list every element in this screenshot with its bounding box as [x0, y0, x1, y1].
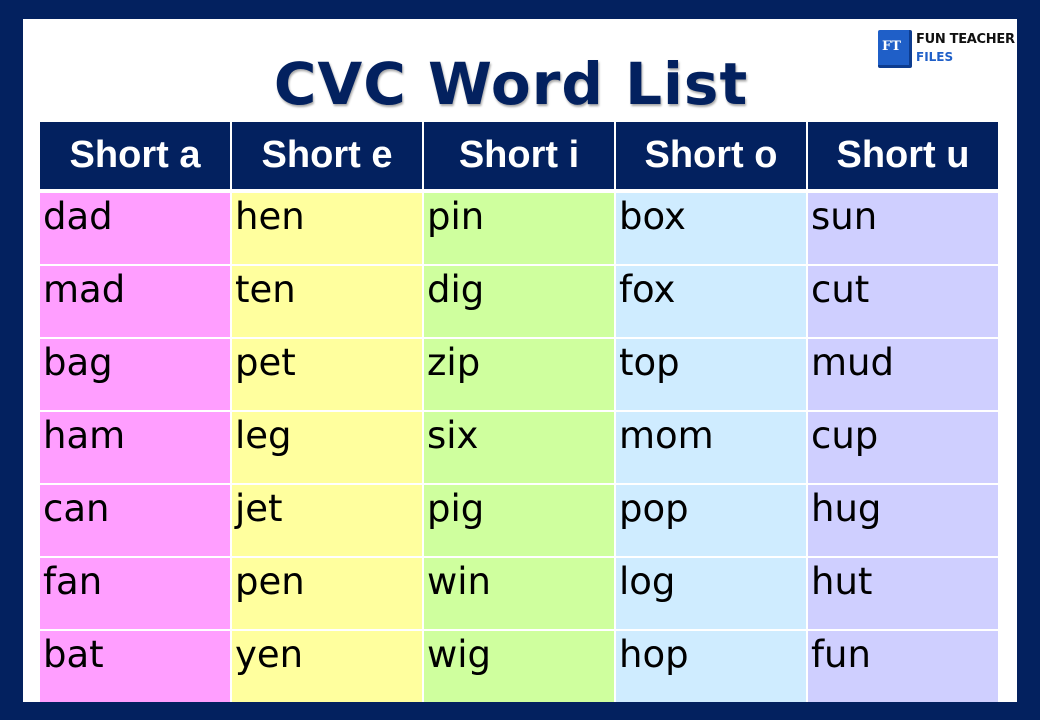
- column-header-short-i: Short i: [422, 122, 616, 193]
- word-cell: leg: [230, 410, 424, 485]
- word-cell: ham: [40, 410, 232, 485]
- logo-text-line1: FUN TEACHER: [916, 32, 1015, 47]
- word-cell: jet: [230, 483, 424, 558]
- word-cell: hop: [614, 629, 808, 702]
- column-header-short-o: Short o: [614, 122, 808, 193]
- word-cell: log: [614, 556, 808, 631]
- word-cell: can: [40, 483, 232, 558]
- word-cell: six: [422, 410, 616, 485]
- book-icon: FT: [878, 30, 912, 68]
- word-cell: bag: [40, 337, 232, 412]
- word-cell: pig: [422, 483, 616, 558]
- logo-mark: FT: [882, 39, 901, 54]
- word-cell: mud: [806, 337, 998, 412]
- table-row: mad ten dig fox cut: [40, 264, 998, 339]
- table-row: ham leg six mom cup: [40, 410, 998, 485]
- word-cell: pet: [230, 337, 424, 412]
- table-row: dad hen pin box sun: [40, 190, 998, 266]
- word-cell: hut: [806, 556, 998, 631]
- header-row: Short a Short e Short i Short o Short u: [40, 122, 998, 193]
- column-header-short-u: Short u: [806, 122, 998, 193]
- word-cell: mom: [614, 410, 808, 485]
- word-cell: zip: [422, 337, 616, 412]
- word-cell: ten: [230, 264, 424, 339]
- logo-text-line2: FILES: [916, 50, 954, 64]
- word-cell: top: [614, 337, 808, 412]
- word-cell: box: [614, 190, 808, 266]
- word-cell: pin: [422, 190, 616, 266]
- word-cell: wig: [422, 629, 616, 702]
- column-header-short-a: Short a: [40, 122, 232, 193]
- word-cell: fan: [40, 556, 232, 631]
- table-row: bag pet zip top mud: [40, 337, 998, 412]
- word-cell: bat: [40, 629, 232, 702]
- page-title: CVC Word List: [273, 50, 749, 118]
- word-cell: cup: [806, 410, 998, 485]
- table-row: fan pen win log hut: [40, 556, 998, 631]
- word-cell: sun: [806, 190, 998, 266]
- table-row: can jet pig pop hug: [40, 483, 998, 558]
- word-cell: mad: [40, 264, 232, 339]
- word-cell: dig: [422, 264, 616, 339]
- table-row: bat yen wig hop fun: [40, 629, 998, 702]
- logo: FT FUN TEACHER FILES: [878, 30, 1018, 72]
- word-cell: fox: [614, 264, 808, 339]
- word-cell: pop: [614, 483, 808, 558]
- column-header-short-e: Short e: [230, 122, 424, 193]
- cvc-word-table: Short a Short e Short i Short o Short u …: [40, 122, 998, 702]
- word-cell: pen: [230, 556, 424, 631]
- word-cell: win: [422, 556, 616, 631]
- word-cell: hug: [806, 483, 998, 558]
- word-cell: cut: [806, 264, 998, 339]
- word-cell: dad: [40, 190, 232, 266]
- worksheet: CVC Word List FT FUN TEACHER FILES Short…: [23, 19, 1017, 702]
- word-cell: yen: [230, 629, 424, 702]
- word-cell: fun: [806, 629, 998, 702]
- word-cell: hen: [230, 190, 424, 266]
